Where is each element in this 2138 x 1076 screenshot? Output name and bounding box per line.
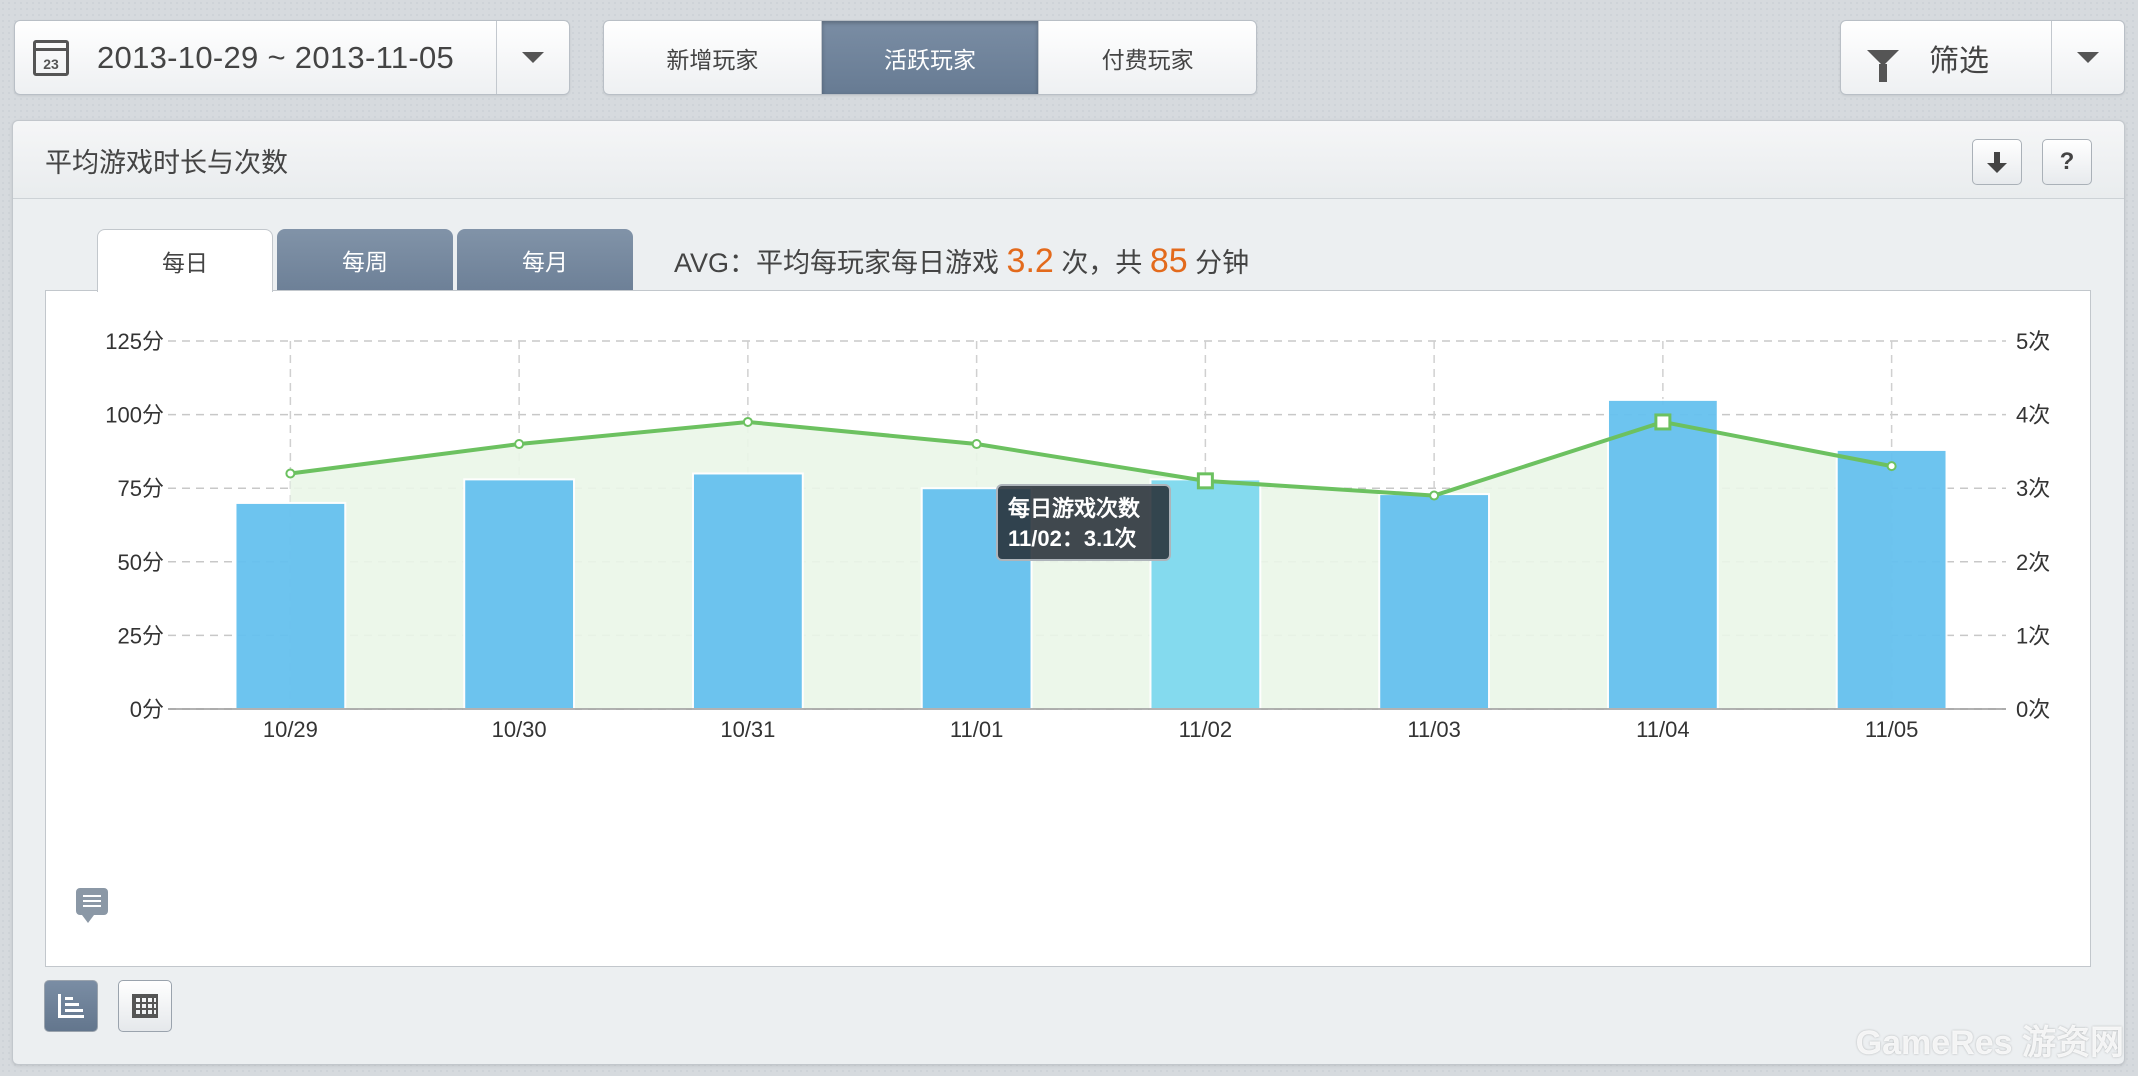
download-icon (1987, 152, 2007, 173)
panel-header: 平均游戏时长与次数 ? (13, 121, 2124, 199)
line-point-11/01 (971, 439, 982, 450)
line-point-11/02 (1196, 472, 1214, 490)
table-icon (132, 994, 158, 1018)
filter-control[interactable]: 筛选 (1840, 20, 2125, 95)
bar-11/03 (1378, 493, 1491, 710)
bar-11/04 (1606, 398, 1719, 710)
tooltip-title: 每日游戏次数 (1008, 496, 1141, 521)
avg-times-unit: 次，共 (1061, 248, 1143, 278)
y-right-tick-label: 3次 (2016, 476, 2050, 501)
filter-button[interactable]: 筛选 (1841, 21, 2052, 94)
player-type-tabs: 新增玩家 活跃玩家 付费玩家 (603, 20, 1257, 95)
x-tick-label: 10/30 (492, 717, 547, 742)
tab-weekly[interactable]: 每周 (277, 229, 453, 291)
chart-panel: 平均游戏时长与次数 ? 每日 每周 每月 AVG：平均每玩家每日游戏 3.2 次… (12, 120, 2125, 1065)
tab-active-players[interactable]: 活跃玩家 (821, 21, 1040, 94)
x-tick-label: 11/01 (950, 717, 1003, 742)
tab-new-players[interactable]: 新增玩家 (604, 21, 822, 94)
y-right-tick-label: 0次 (2016, 697, 2050, 722)
tab-daily[interactable]: 每日 (97, 229, 273, 292)
chevron-down-icon (2077, 52, 2099, 63)
date-range-display[interactable]: 23 2013-10-29 ~ 2013-11-05 (15, 21, 497, 94)
calendar-icon: 23 (33, 39, 69, 76)
bar-10/30 (463, 478, 576, 710)
x-tick-label: 11/04 (1636, 717, 1689, 742)
chevron-down-icon (522, 52, 544, 63)
avg-minutes-value: 85 (1149, 242, 1188, 280)
y-left-tick-label: 50分 (118, 550, 164, 575)
bar-10/29 (234, 501, 347, 710)
chart-tooltip: 每日游戏次数 11/02：3.1次 (996, 484, 1171, 561)
table-view-button[interactable] (118, 980, 172, 1032)
chart-area: 0分 25分 50分 75分 100分 125分 0次 1次 2次 3次 4次 5次 10/29 10/3… (45, 290, 2091, 967)
avg-prefix: AVG：平均每玩家每日游戏 (674, 248, 1000, 278)
date-range-value: 2013-10-29 ~ 2013-11-05 (97, 39, 455, 75)
line-point-11/05 (1886, 461, 1897, 472)
tab-monthly[interactable]: 每月 (457, 229, 633, 291)
tooltip-value: 11/02：3.1次 (1008, 526, 1137, 551)
y-left-tick-label: 125分 (105, 329, 164, 354)
y-left-tick-label: 25分 (118, 623, 164, 648)
bar-11/05 (1835, 448, 1948, 710)
y-left-tick-label: 100分 (105, 403, 164, 428)
funnel-icon (1867, 49, 1899, 82)
filter-dropdown-button[interactable] (2052, 21, 2124, 94)
x-tick-label: 10/31 (720, 717, 775, 742)
line-point-10/30 (514, 439, 525, 450)
line-point-10/31 (742, 416, 753, 427)
panel-title: 平均游戏时长与次数 (45, 148, 288, 178)
x-tick-label: 11/05 (1865, 717, 1918, 742)
bar-10/31 (691, 472, 804, 710)
filter-label: 筛选 (1929, 44, 1989, 78)
avg-summary: AVG：平均每玩家每日游戏 3.2 次，共 85 分钟 (674, 241, 1249, 281)
bar-view-button[interactable] (44, 980, 98, 1032)
date-range-dropdown-button[interactable] (497, 21, 569, 94)
help-button[interactable]: ? (2042, 139, 2092, 185)
line-point-10/29 (285, 468, 296, 479)
y-right-tick-label: 1次 (2016, 623, 2050, 648)
bar-chart-icon (58, 994, 84, 1018)
y-left-tick-label: 0分 (130, 697, 164, 722)
x-tick-label: 11/03 (1407, 717, 1460, 742)
download-button[interactable] (1972, 139, 2022, 185)
y-left-tick-label: 75分 (118, 476, 164, 501)
y-right-tick-label: 5次 (2016, 329, 2050, 354)
line-point-11/04 (1654, 413, 1672, 431)
comment-icon[interactable] (76, 888, 108, 923)
avg-times-value: 3.2 (1006, 242, 1054, 280)
watermark: GameRes 游资网 (1855, 1024, 2124, 1062)
avg-minutes-unit: 分钟 (1195, 248, 1250, 278)
combo-chart: 0分 25分 50分 75分 100分 125分 0次 1次 2次 3次 4次 5次 10/29 10/3… (105, 329, 2050, 742)
tab-paying-players[interactable]: 付费玩家 (1039, 21, 1256, 94)
x-tick-label: 11/02 (1179, 717, 1232, 742)
x-tick-label: 10/29 (263, 717, 318, 742)
y-right-tick-label: 2次 (2016, 550, 2050, 575)
date-range-picker[interactable]: 23 2013-10-29 ~ 2013-11-05 (14, 20, 570, 95)
line-point-11/03 (1429, 490, 1440, 501)
y-right-tick-label: 4次 (2016, 403, 2050, 428)
